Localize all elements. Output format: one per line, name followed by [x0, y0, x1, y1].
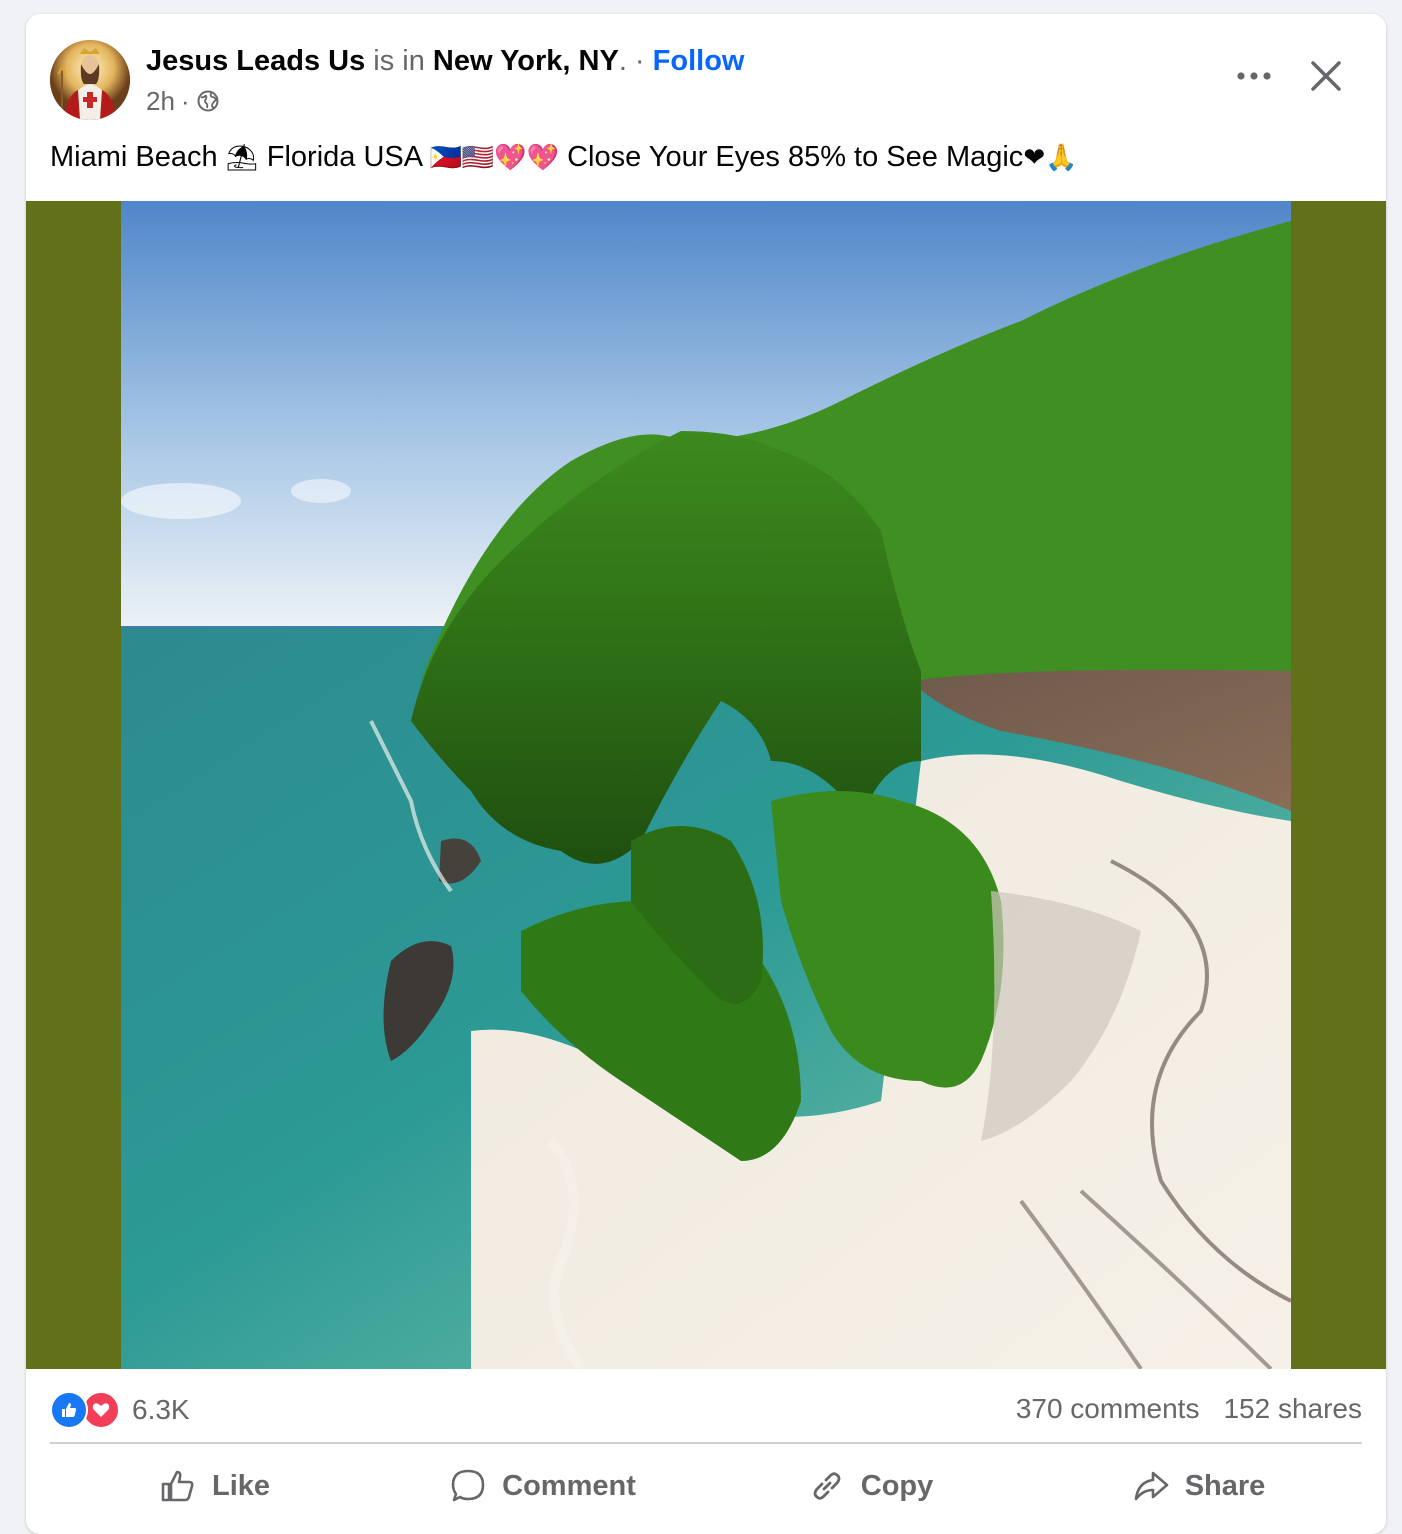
- share-button[interactable]: Share: [1034, 1454, 1362, 1518]
- engagement-counts: 370 comments 152 shares: [1016, 1393, 1362, 1425]
- comment-icon: [451, 1469, 485, 1502]
- close-button[interactable]: [1304, 54, 1348, 98]
- like-reaction-icon: [50, 1391, 88, 1429]
- umbrella-emoji: ⛱: [225, 143, 259, 173]
- location-link[interactable]: New York, NY: [433, 45, 619, 77]
- link-icon: [813, 1472, 841, 1500]
- share-icon: [1134, 1471, 1168, 1501]
- comment-label: Comment: [502, 1469, 636, 1502]
- post-media[interactable]: [26, 201, 1386, 1369]
- close-icon: [1311, 61, 1341, 91]
- post-header: Jesus Leads Us is in New York, NY. · Fol…: [146, 44, 744, 78]
- is-in-text: is in: [365, 45, 433, 77]
- post-photo[interactable]: [121, 201, 1291, 1369]
- post-caption: Miami Beach ⛱ Florida USA 🇵🇭🇺🇸💖💖 Close Y…: [50, 138, 1077, 177]
- header-separator: ·: [626, 45, 653, 77]
- post-time[interactable]: 2h: [146, 86, 175, 116]
- follow-button[interactable]: Follow: [653, 45, 745, 77]
- caption-text-1: Miami Beach: [50, 141, 226, 173]
- copy-label: Copy: [860, 1469, 934, 1502]
- comment-button[interactable]: Comment: [378, 1454, 706, 1518]
- more-options-icon: [1237, 72, 1271, 80]
- caption-text-3: Close Your Eyes 85% to See Magic: [559, 141, 1024, 173]
- more-options-button[interactable]: [1232, 58, 1276, 94]
- flags-hearts-emoji: 🇵🇭🇺🇸💖💖: [429, 143, 560, 173]
- globe-icon[interactable]: [196, 89, 220, 113]
- actions-divider: [50, 1442, 1362, 1444]
- author-avatar[interactable]: [50, 40, 130, 120]
- reaction-count[interactable]: 6.3K: [132, 1394, 190, 1426]
- post-card: Jesus Leads Us is in New York, NY. · Fol…: [26, 14, 1386, 1534]
- location-suffix: .: [618, 45, 627, 77]
- post-actions: Like Comment Copy Share: [50, 1454, 1362, 1518]
- post-stats: 6.3K 370 comments 152 shares: [50, 1391, 1362, 1429]
- comments-count[interactable]: 370 comments: [1016, 1393, 1200, 1425]
- post-meta: 2h ·: [146, 86, 220, 116]
- share-label: Share: [1184, 1469, 1266, 1502]
- heart-pray-emoji: ❤🙏: [1023, 143, 1078, 173]
- caption-text-2: Florida USA: [258, 141, 430, 173]
- reactions-summary[interactable]: 6.3K: [50, 1391, 190, 1429]
- thumbs-up-icon: [161, 1470, 194, 1502]
- meta-separator: ·: [180, 86, 190, 116]
- shares-count[interactable]: 152 shares: [1223, 1393, 1362, 1425]
- like-label: Like: [211, 1469, 271, 1502]
- like-button[interactable]: Like: [50, 1454, 378, 1518]
- author-name[interactable]: Jesus Leads Us: [146, 45, 365, 77]
- copy-button[interactable]: Copy: [706, 1454, 1034, 1518]
